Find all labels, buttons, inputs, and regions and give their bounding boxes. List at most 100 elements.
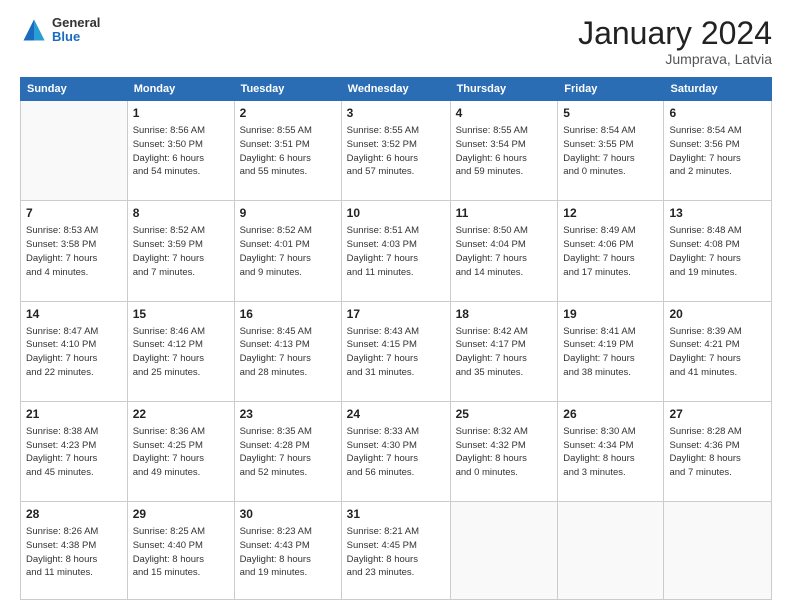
- day-info: Sunrise: 8:54 AMSunset: 3:56 PMDaylight:…: [669, 124, 766, 179]
- day-number: 30: [240, 506, 336, 523]
- day-info: Sunrise: 8:55 AMSunset: 3:52 PMDaylight:…: [347, 124, 445, 179]
- day-info: Sunrise: 8:56 AMSunset: 3:50 PMDaylight:…: [133, 124, 229, 179]
- day-number: 4: [456, 105, 553, 122]
- calendar-cell: 3 Sunrise: 8:55 AMSunset: 3:52 PMDaylight…: [341, 101, 450, 201]
- logo-blue-text: Blue: [52, 30, 100, 44]
- day-info: Sunrise: 8:42 AMSunset: 4:17 PMDaylight:…: [456, 325, 553, 380]
- day-info: Sunrise: 8:49 AMSunset: 4:06 PMDaylight:…: [563, 224, 658, 279]
- calendar-cell: 31Sunrise: 8:21 AMSunset: 4:45 PMDayligh…: [341, 502, 450, 600]
- day-number: 25: [456, 406, 553, 423]
- calendar-cell: 12 Sunrise: 8:49 AMSunset: 4:06 PMDayligh…: [558, 201, 664, 301]
- day-info: Sunrise: 8:25 AMSunset: 4:40 PMDaylight:…: [133, 525, 229, 580]
- page: General Blue January 2024 Jumprava, Latv…: [0, 0, 792, 612]
- calendar-cell: [558, 502, 664, 600]
- calendar-cell: 13Sunrise: 8:48 AMSunset: 4:08 PMDayligh…: [664, 201, 772, 301]
- day-number: 7: [26, 205, 122, 222]
- day-number: 11: [456, 205, 553, 222]
- calendar-cell: 1 Sunrise: 8:56 AMSunset: 3:50 PMDaylight…: [127, 101, 234, 201]
- day-info: Sunrise: 8:36 AMSunset: 4:25 PMDaylight:…: [133, 425, 229, 480]
- logo-general-text: General: [52, 16, 100, 30]
- calendar-cell: 19Sunrise: 8:41 AMSunset: 4:19 PMDayligh…: [558, 301, 664, 401]
- day-number: 3: [347, 105, 445, 122]
- day-number: 19: [563, 306, 658, 323]
- day-info: Sunrise: 8:48 AMSunset: 4:08 PMDaylight:…: [669, 224, 766, 279]
- calendar-cell: 30 Sunrise: 8:23 AMSunset: 4:43 PMDayligh…: [234, 502, 341, 600]
- calendar-cell: [21, 101, 128, 201]
- day-number: 5: [563, 105, 658, 122]
- location-subtitle: Jumprava, Latvia: [578, 51, 772, 67]
- day-number: 21: [26, 406, 122, 423]
- day-info: Sunrise: 8:46 AMSunset: 4:12 PMDaylight:…: [133, 325, 229, 380]
- day-info: Sunrise: 8:35 AMSunset: 4:28 PMDaylight:…: [240, 425, 336, 480]
- day-info: Sunrise: 8:23 AMSunset: 4:43 PMDaylight:…: [240, 525, 336, 580]
- day-number: 12: [563, 205, 658, 222]
- calendar-week-1: 1 Sunrise: 8:56 AMSunset: 3:50 PMDaylight…: [21, 101, 772, 201]
- day-info: Sunrise: 8:43 AMSunset: 4:15 PMDaylight:…: [347, 325, 445, 380]
- calendar-table: SundayMondayTuesdayWednesdayThursdayFrid…: [20, 77, 772, 600]
- calendar-cell: 7 Sunrise: 8:53 AMSunset: 3:58 PMDaylight…: [21, 201, 128, 301]
- day-number: 2: [240, 105, 336, 122]
- logo: General Blue: [20, 16, 100, 45]
- day-number: 23: [240, 406, 336, 423]
- calendar-cell: 9Sunrise: 8:52 AMSunset: 4:01 PMDaylight…: [234, 201, 341, 301]
- day-number: 10: [347, 205, 445, 222]
- calendar-header-row: SundayMondayTuesdayWednesdayThursdayFrid…: [21, 78, 772, 101]
- calendar-week-4: 21 Sunrise: 8:38 AMSunset: 4:23 PMDayligh…: [21, 401, 772, 501]
- day-number: 28: [26, 506, 122, 523]
- calendar-cell: 22 Sunrise: 8:36 AMSunset: 4:25 PMDayligh…: [127, 401, 234, 501]
- calendar-cell: 6 Sunrise: 8:54 AMSunset: 3:56 PMDaylight…: [664, 101, 772, 201]
- day-info: Sunrise: 8:28 AMSunset: 4:36 PMDaylight:…: [669, 425, 766, 480]
- calendar-cell: 4 Sunrise: 8:55 AMSunset: 3:54 PMDaylight…: [450, 101, 558, 201]
- day-number: 24: [347, 406, 445, 423]
- calendar-cell: 24 Sunrise: 8:33 AMSunset: 4:30 PMDayligh…: [341, 401, 450, 501]
- day-info: Sunrise: 8:30 AMSunset: 4:34 PMDaylight:…: [563, 425, 658, 480]
- weekday-header-friday: Friday: [558, 78, 664, 101]
- header: General Blue January 2024 Jumprava, Latv…: [20, 16, 772, 67]
- day-number: 22: [133, 406, 229, 423]
- calendar-cell: 17 Sunrise: 8:43 AMSunset: 4:15 PMDayligh…: [341, 301, 450, 401]
- day-number: 1: [133, 105, 229, 122]
- day-info: Sunrise: 8:52 AMSunset: 3:59 PMDaylight:…: [133, 224, 229, 279]
- day-info: Sunrise: 8:32 AMSunset: 4:32 PMDaylight:…: [456, 425, 553, 480]
- day-number: 31: [347, 506, 445, 523]
- calendar-week-3: 14Sunrise: 8:47 AMSunset: 4:10 PMDayligh…: [21, 301, 772, 401]
- day-info: Sunrise: 8:54 AMSunset: 3:55 PMDaylight:…: [563, 124, 658, 179]
- day-info: Sunrise: 8:50 AMSunset: 4:04 PMDaylight:…: [456, 224, 553, 279]
- day-number: 14: [26, 306, 122, 323]
- day-info: Sunrise: 8:33 AMSunset: 4:30 PMDaylight:…: [347, 425, 445, 480]
- logo-text: General Blue: [52, 16, 100, 45]
- calendar-cell: 11 Sunrise: 8:50 AMSunset: 4:04 PMDayligh…: [450, 201, 558, 301]
- logo-icon: [20, 16, 48, 44]
- day-number: 17: [347, 306, 445, 323]
- calendar-cell: 23 Sunrise: 8:35 AMSunset: 4:28 PMDayligh…: [234, 401, 341, 501]
- day-info: Sunrise: 8:26 AMSunset: 4:38 PMDaylight:…: [26, 525, 122, 580]
- calendar-cell: 8 Sunrise: 8:52 AMSunset: 3:59 PMDaylight…: [127, 201, 234, 301]
- day-number: 20: [669, 306, 766, 323]
- calendar-cell: 14Sunrise: 8:47 AMSunset: 4:10 PMDayligh…: [21, 301, 128, 401]
- weekday-header-tuesday: Tuesday: [234, 78, 341, 101]
- calendar-cell: 20 Sunrise: 8:39 AMSunset: 4:21 PMDayligh…: [664, 301, 772, 401]
- day-number: 6: [669, 105, 766, 122]
- day-number: 18: [456, 306, 553, 323]
- calendar-cell: [450, 502, 558, 600]
- calendar-cell: 15 Sunrise: 8:46 AMSunset: 4:12 PMDayligh…: [127, 301, 234, 401]
- weekday-header-saturday: Saturday: [664, 78, 772, 101]
- weekday-header-thursday: Thursday: [450, 78, 558, 101]
- day-number: 8: [133, 205, 229, 222]
- day-number: 9: [240, 205, 336, 222]
- day-number: 29: [133, 506, 229, 523]
- calendar-cell: 26Sunrise: 8:30 AMSunset: 4:34 PMDayligh…: [558, 401, 664, 501]
- calendar-cell: 29 Sunrise: 8:25 AMSunset: 4:40 PMDayligh…: [127, 502, 234, 600]
- calendar-cell: 27 Sunrise: 8:28 AMSunset: 4:36 PMDayligh…: [664, 401, 772, 501]
- month-title: January 2024: [578, 16, 772, 51]
- day-info: Sunrise: 8:55 AMSunset: 3:54 PMDaylight:…: [456, 124, 553, 179]
- weekday-header-sunday: Sunday: [21, 78, 128, 101]
- calendar-cell: 2Sunrise: 8:55 AMSunset: 3:51 PMDaylight…: [234, 101, 341, 201]
- day-info: Sunrise: 8:39 AMSunset: 4:21 PMDaylight:…: [669, 325, 766, 380]
- day-info: Sunrise: 8:38 AMSunset: 4:23 PMDaylight:…: [26, 425, 122, 480]
- day-number: 15: [133, 306, 229, 323]
- day-info: Sunrise: 8:51 AMSunset: 4:03 PMDaylight:…: [347, 224, 445, 279]
- calendar-cell: 18 Sunrise: 8:42 AMSunset: 4:17 PMDayligh…: [450, 301, 558, 401]
- day-number: 27: [669, 406, 766, 423]
- day-info: Sunrise: 8:53 AMSunset: 3:58 PMDaylight:…: [26, 224, 122, 279]
